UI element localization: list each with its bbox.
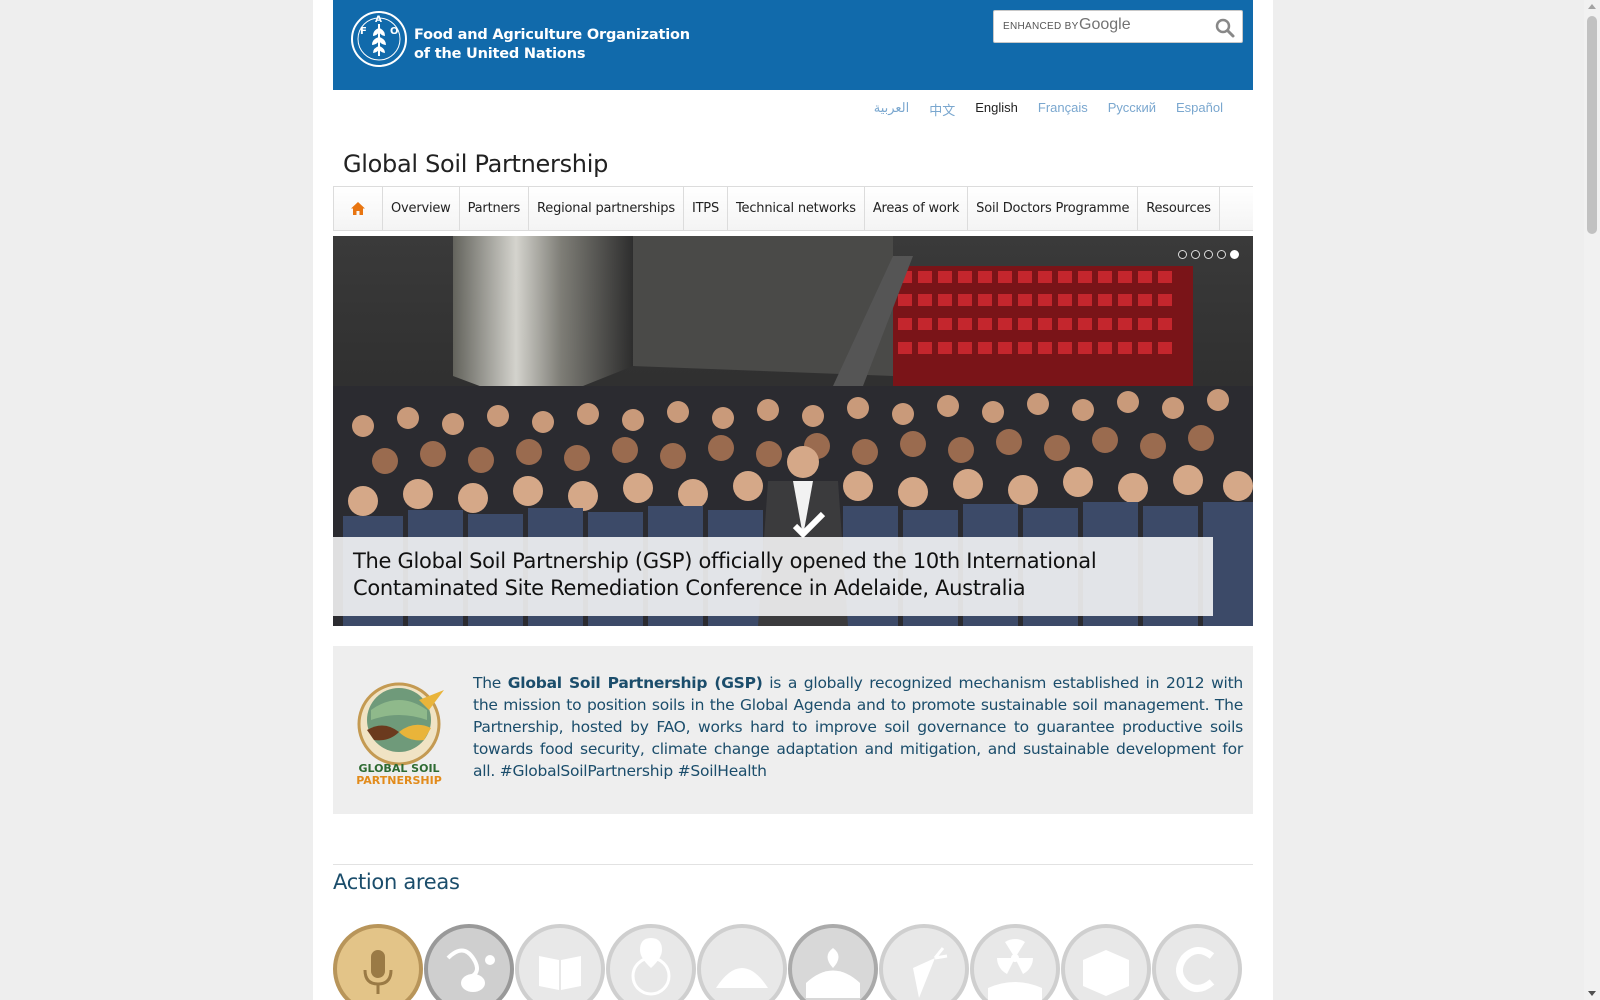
slider-dot[interactable] bbox=[1191, 250, 1200, 259]
svg-text:F: F bbox=[360, 26, 367, 37]
scroll-up-icon[interactable] bbox=[1588, 4, 1596, 9]
soil-block-icon bbox=[1083, 950, 1129, 996]
fao-header: F O A Food and Agriculture Organization … bbox=[333, 0, 1253, 90]
nav-item-technical-networks[interactable]: Technical networks bbox=[728, 187, 865, 230]
language-switcher: العربية 中文 English Français Русский Espa… bbox=[874, 100, 1223, 119]
plant-soil-icon bbox=[806, 948, 860, 998]
slider-dots bbox=[1178, 250, 1239, 259]
scroll-thumb[interactable] bbox=[1587, 16, 1597, 234]
main-nav: Overview Partners Regional partnerships … bbox=[333, 186, 1253, 231]
radioactive-soil-icon bbox=[988, 938, 1042, 1000]
nav-item-itps[interactable]: ITPS bbox=[684, 187, 729, 230]
action-areas-icons bbox=[333, 924, 1242, 1000]
action-area-carbon[interactable] bbox=[1152, 924, 1242, 1000]
intro-text-pre: The bbox=[473, 674, 508, 692]
intro-text: The Global Soil Partnership (GSP) is a g… bbox=[473, 672, 1243, 782]
intro-box: GLOBAL SOIL PARTNERSHIP The Global Soil … bbox=[333, 646, 1253, 814]
lang-spanish[interactable]: Español bbox=[1176, 100, 1223, 119]
search-provider-label: Google bbox=[1079, 16, 1131, 33]
section-divider bbox=[333, 864, 1253, 865]
search-icon[interactable] bbox=[1214, 17, 1236, 39]
nav-item-soil-doctors[interactable]: Soil Doctors Programme bbox=[968, 187, 1139, 230]
fao-emblem-icon[interactable]: F O A bbox=[350, 10, 408, 68]
lang-english[interactable]: English bbox=[975, 100, 1018, 119]
search-enhanced-label: ENHANCED BY bbox=[1003, 21, 1079, 32]
soil-particles-icon bbox=[716, 968, 768, 988]
slider-dot[interactable] bbox=[1217, 250, 1226, 259]
nav-item-regional-partnerships[interactable]: Regional partnerships bbox=[529, 187, 684, 230]
lang-french[interactable]: Français bbox=[1038, 100, 1088, 119]
fao-name-line1: Food and Agriculture Organization bbox=[414, 27, 690, 43]
action-area-pollution[interactable] bbox=[970, 924, 1060, 1000]
page-inner: F O A Food and Agriculture Organization … bbox=[333, 0, 1253, 1000]
globe-pin-icon bbox=[631, 938, 671, 996]
action-area-soil-data[interactable] bbox=[697, 924, 787, 1000]
nav-item-areas-of-work[interactable]: Areas of work bbox=[865, 187, 969, 230]
fao-name[interactable]: Food and Agriculture Organization of the… bbox=[414, 26, 690, 64]
action-area-soil-structure[interactable] bbox=[1061, 924, 1151, 1000]
slide-caption[interactable]: The Global Soil Partnership (GSP) offici… bbox=[333, 537, 1213, 616]
lang-chinese[interactable]: 中文 bbox=[929, 100, 955, 119]
nav-item-resources[interactable]: Resources bbox=[1138, 187, 1220, 230]
hero-slider[interactable]: The Global Soil Partnership (GSP) offici… bbox=[333, 236, 1253, 626]
scroll-down-icon[interactable] bbox=[1588, 991, 1596, 996]
gsp-logo[interactable]: GLOBAL SOIL PARTNERSHIP bbox=[349, 680, 459, 790]
lang-arabic[interactable]: العربية bbox=[874, 100, 910, 119]
carrot-icon bbox=[913, 947, 948, 998]
action-area-mapping[interactable] bbox=[606, 924, 696, 1000]
book-icon bbox=[539, 956, 581, 990]
home-icon bbox=[351, 202, 365, 215]
action-area-nutrition[interactable] bbox=[879, 924, 969, 1000]
svg-text:A: A bbox=[375, 15, 382, 25]
nav-item-partners[interactable]: Partners bbox=[460, 187, 530, 230]
slider-dot[interactable] bbox=[1178, 250, 1187, 259]
action-area-education[interactable] bbox=[515, 924, 605, 1000]
action-area-advocacy[interactable] bbox=[333, 924, 423, 1000]
nav-home[interactable] bbox=[334, 187, 383, 230]
slider-dot-active[interactable] bbox=[1230, 250, 1239, 259]
page-title[interactable]: Global Soil Partnership bbox=[343, 150, 608, 178]
page-scrollbar[interactable] bbox=[1584, 0, 1600, 1000]
fao-name-line2: of the United Nations bbox=[414, 46, 586, 62]
slider-dot[interactable] bbox=[1204, 250, 1213, 259]
intro-text-bold: Global Soil Partnership (GSP) bbox=[507, 674, 763, 692]
microphone-icon bbox=[363, 950, 393, 994]
action-area-soil-health[interactable] bbox=[788, 924, 878, 1000]
gsp-logo-text-2: PARTNERSHIP bbox=[356, 774, 442, 787]
svg-text:O: O bbox=[390, 26, 399, 37]
letter-c-icon bbox=[1176, 947, 1215, 992]
soil-organisms-icon bbox=[446, 948, 495, 992]
nav-item-overview[interactable]: Overview bbox=[383, 187, 460, 230]
action-areas-title: Action areas bbox=[333, 870, 460, 894]
search-input[interactable]: ENHANCED BY Google bbox=[993, 10, 1243, 43]
action-area-biodiversity[interactable] bbox=[424, 924, 514, 1000]
lang-russian[interactable]: Русский bbox=[1108, 100, 1156, 119]
page: F O A Food and Agriculture Organization … bbox=[313, 0, 1273, 1000]
